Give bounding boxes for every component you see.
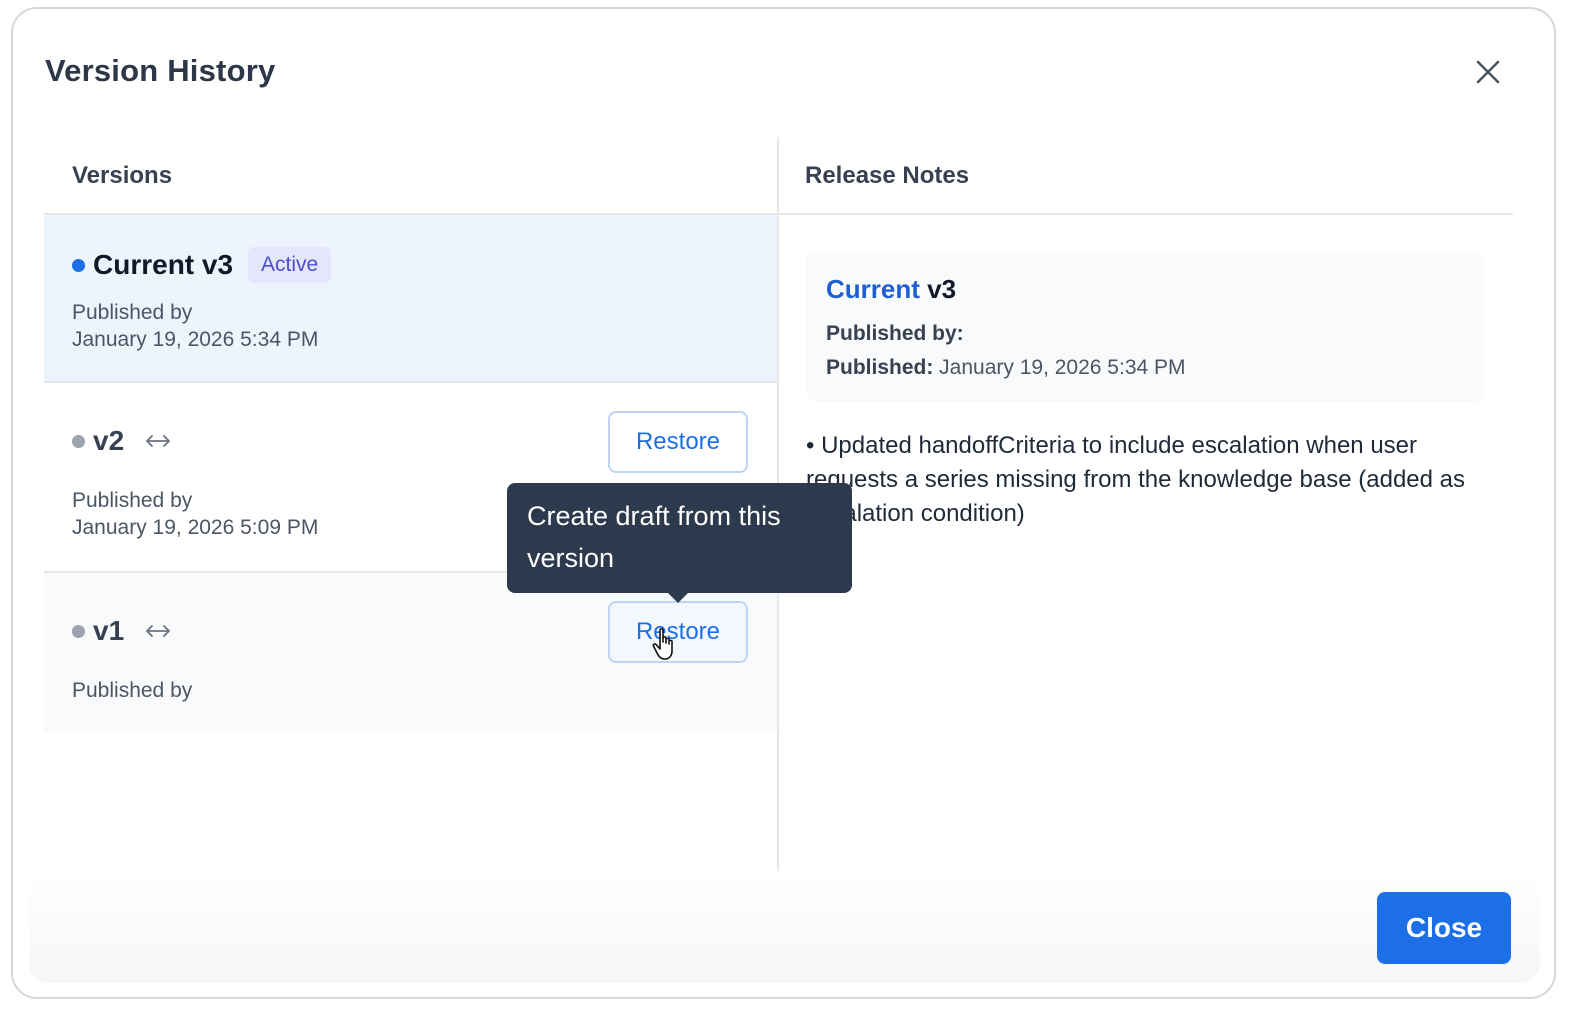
- current-link[interactable]: Current: [826, 274, 920, 304]
- tooltip-line-1: Create draft from this: [527, 501, 781, 531]
- active-status-dot: [72, 258, 85, 272]
- tooltip-line-2: version: [527, 543, 615, 573]
- restore-button-v2[interactable]: Restore: [608, 411, 748, 473]
- restore-tooltip: Create draft from this version: [507, 483, 852, 603]
- published-by-line: Published by:: [826, 322, 964, 346]
- published-date: January 19, 2026 5:09 PM: [72, 516, 319, 539]
- dialog-title: Version History: [45, 53, 276, 88]
- version-head: v1: [72, 615, 172, 647]
- compare-arrows-icon[interactable]: [144, 433, 172, 449]
- version-item-v3[interactable]: Current v3 Active Published by January 1…: [44, 215, 777, 383]
- published-date: January 19, 2026 5:34 PM: [72, 328, 319, 351]
- compare-arrows-icon[interactable]: [144, 623, 172, 639]
- published-by: Published by: [72, 489, 193, 512]
- version-name: v2: [93, 425, 125, 456]
- published-line: Published: January 19, 2026 5:34 PM: [826, 356, 1186, 380]
- dialog-footer: [29, 871, 1540, 983]
- published-by: Published by: [72, 679, 193, 702]
- published-by-label: Published by:: [826, 322, 964, 345]
- release-notes-body: • Updated handoffCriteria to include esc…: [806, 432, 1466, 527]
- published-value: January 19, 2026 5:34 PM: [933, 356, 1186, 379]
- status-dot: [72, 434, 85, 448]
- release-notes-header: Release Notes: [778, 137, 1513, 215]
- version-label: v3: [919, 274, 957, 304]
- active-badge: Active: [248, 247, 332, 283]
- hand-cursor-icon: [651, 627, 681, 663]
- tooltip-arrow: [668, 593, 688, 603]
- release-notes-card: Current v3 Published by: Published: Janu…: [806, 252, 1484, 402]
- version-history-dialog: Version History Versions Current v3 Acti…: [11, 7, 1556, 999]
- close-button[interactable]: Close: [1377, 892, 1511, 964]
- status-dot: [72, 624, 85, 638]
- published-by: Published by: [72, 301, 193, 324]
- release-notes-title: Current v3: [826, 274, 956, 305]
- version-head: v2: [72, 425, 172, 457]
- versions-header: Versions: [44, 137, 777, 215]
- version-head: Current v3 Active: [72, 247, 332, 283]
- published-label: Published:: [826, 356, 934, 379]
- version-name: Current v3: [93, 249, 234, 280]
- version-name: v1: [93, 615, 125, 646]
- close-icon[interactable]: [1473, 57, 1503, 87]
- release-notes-panel: Release Notes Current v3 Published by: P…: [778, 137, 1513, 895]
